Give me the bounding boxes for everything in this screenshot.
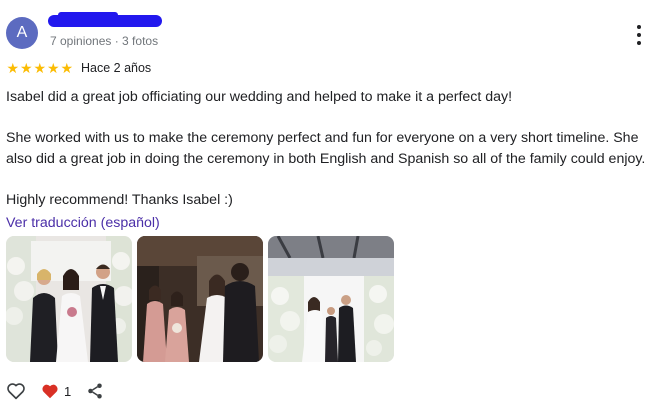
like-count: 1	[64, 383, 72, 399]
star-icon: ★	[60, 60, 74, 76]
star-icon: ★	[6, 60, 20, 76]
star-icon: ★	[33, 60, 47, 76]
review-actions: 1	[6, 381, 105, 401]
review-photo-1[interactable]	[6, 236, 132, 362]
star-icon: ★	[19, 60, 33, 76]
heart-outline-icon[interactable]	[6, 381, 26, 401]
star-rating: ★ ★ ★ ★ ★	[6, 61, 74, 75]
avatar-initial: A	[16, 24, 28, 41]
heart-filled-icon[interactable]	[40, 381, 60, 401]
review-photo-2[interactable]	[137, 236, 263, 362]
more-vert-icon[interactable]	[636, 25, 642, 45]
review-paragraph: Highly recommend! Thanks Isabel :)	[6, 191, 233, 208]
share-icon[interactable]	[85, 381, 105, 401]
review-date: Hace 2 años	[81, 61, 152, 75]
star-icon: ★	[46, 60, 60, 76]
review-paragraph: She worked with us to make the ceremony …	[6, 129, 646, 168]
reviewer-meta: 7 opiniones · 3 fotos	[50, 34, 159, 48]
review-photo-3[interactable]	[268, 236, 394, 362]
reviewer-avatar[interactable]: A	[6, 17, 38, 49]
review-text: Isabel did a great job officiating our w…	[6, 87, 646, 211]
review-paragraph: Isabel did a great job officiating our w…	[6, 89, 513, 105]
translate-link[interactable]: Ver traducción (español)	[6, 215, 160, 231]
reviewer-name-redacted	[48, 12, 162, 27]
